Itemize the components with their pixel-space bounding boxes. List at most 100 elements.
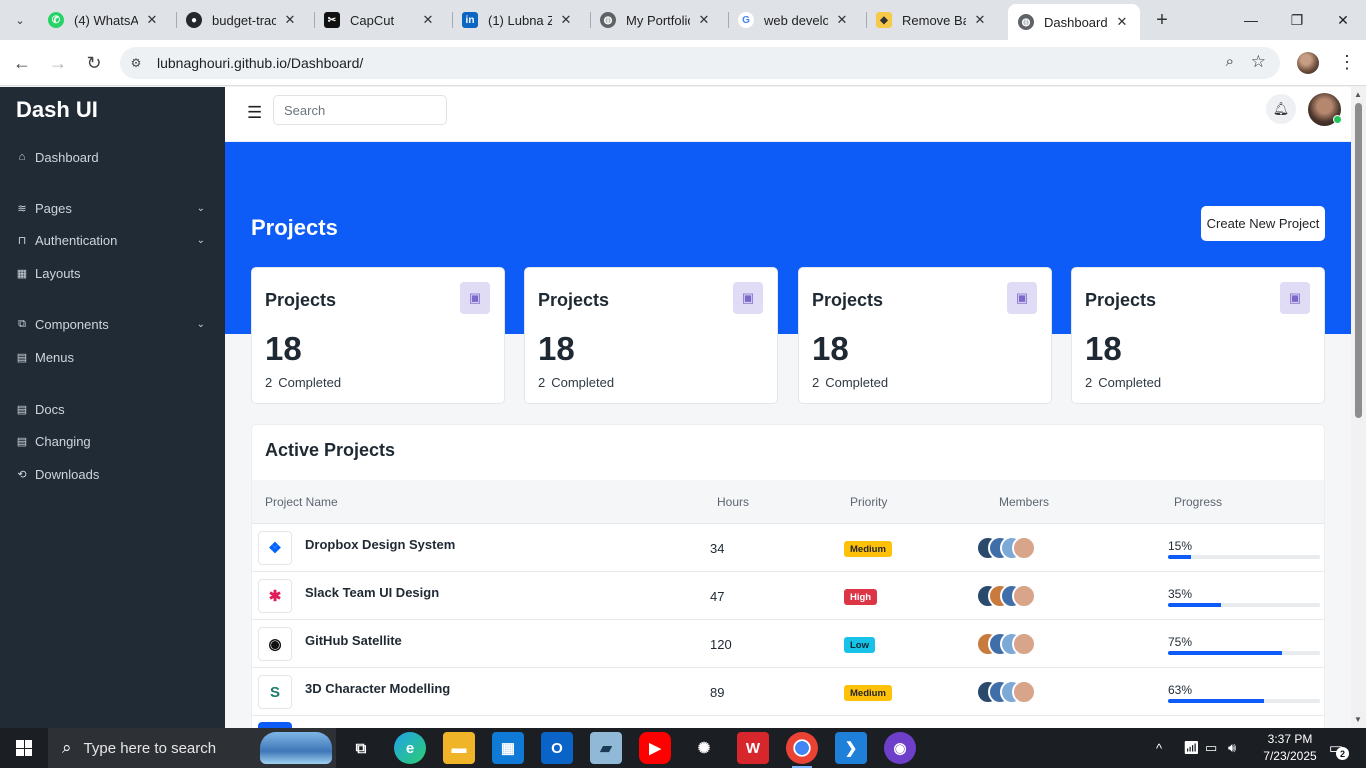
table-row[interactable]: [252, 716, 1324, 728]
taskbar-search[interactable]: ⌕ Type here to search: [48, 728, 336, 768]
scroll-down-arrow-icon[interactable]: ▼: [1354, 715, 1362, 724]
stat-value: 18: [538, 330, 575, 367]
browser-tab[interactable]: ✆ (4) WhatsApp ✕: [38, 4, 170, 36]
task-view-icon[interactable]: ⧉: [345, 732, 377, 764]
project-name[interactable]: Slack Team UI Design: [305, 585, 439, 600]
url-text[interactable]: lubnaghouri.github.io/Dashboard/: [157, 55, 363, 71]
tab-search-chevron-icon[interactable]: ⌄: [8, 8, 32, 32]
scroll-up-arrow-icon[interactable]: ▲: [1354, 90, 1362, 99]
github-icon: ◉: [258, 627, 292, 661]
stat-title: Projects: [1085, 290, 1157, 310]
browser-tab[interactable]: ● budget-tracker ✕: [176, 4, 308, 36]
volume-icon[interactable]: 🔊︎: [1228, 728, 1236, 768]
windows-taskbar: ⌕ Type here to search ⧉ e ▬ ▦ O ▰ ▶ ✺ W …: [0, 728, 1366, 768]
page-scrollbar[interactable]: ▲ ▼: [1351, 87, 1366, 728]
windows-start-button[interactable]: [0, 728, 48, 768]
file-explorer-icon[interactable]: ▬: [443, 732, 475, 764]
sidebar-item-label: Pages: [35, 200, 72, 216]
sidebar-item-menus[interactable]: ▤ Menus: [16, 347, 211, 367]
tab-close-icon[interactable]: ✕: [144, 12, 160, 28]
tab-close-icon[interactable]: ✕: [834, 12, 850, 28]
outlook-icon[interactable]: O: [541, 732, 573, 764]
bookmark-star-icon[interactable]: ☆: [1251, 52, 1266, 72]
sidebar-item-docs[interactable]: ▤ Docs: [16, 399, 211, 419]
search-input[interactable]: [273, 95, 447, 125]
brand-logo[interactable]: Dash UI: [16, 97, 98, 123]
tab-close-icon[interactable]: ✕: [420, 12, 436, 28]
edge-icon[interactable]: e: [394, 732, 426, 764]
sidebar-item-dashboard[interactable]: ⌂ Dashboard: [16, 147, 211, 167]
restore-icon[interactable]: ❐: [1274, 0, 1320, 40]
browser-tab[interactable]: ◆ Remove Back ✕: [866, 4, 998, 36]
avatar[interactable]: [1012, 584, 1036, 608]
sidebar-item-layouts[interactable]: ▦ Layouts: [16, 263, 211, 283]
hamburger-menu-icon[interactable]: ☰: [247, 103, 262, 123]
avatar[interactable]: [1012, 680, 1036, 704]
network-icon[interactable]: 📶︎: [1183, 728, 1200, 768]
tab-close-icon[interactable]: ✕: [972, 12, 988, 28]
tab-close-icon[interactable]: ✕: [282, 12, 298, 28]
tab-title: budget-tracker: [212, 12, 276, 28]
active-projects-card: Active Projects Project Name Hours Prior…: [251, 424, 1325, 728]
close-window-icon[interactable]: ✕: [1320, 0, 1366, 40]
forward-arrow-icon[interactable]: →: [46, 51, 70, 75]
chrome-icon[interactable]: [786, 732, 818, 768]
notepad-icon[interactable]: ▰: [590, 732, 622, 764]
battery-icon[interactable]: ▭: [1205, 728, 1217, 768]
sidebar-item-changing[interactable]: ▤ Changing: [16, 431, 211, 451]
tab-close-icon[interactable]: ✕: [696, 12, 712, 28]
sidebar-item-components[interactable]: ⧉ Components ⌄: [16, 314, 211, 334]
stat-card: Projects ▣ 18 2 Completed: [524, 267, 778, 404]
browser-tab[interactable]: ✂ CapCut ✕: [314, 4, 446, 36]
sidebar-item-downloads[interactable]: ⟲ Downloads: [16, 464, 211, 484]
bell-icon[interactable]: 🔔︎: [1266, 94, 1296, 124]
avatar[interactable]: [1012, 536, 1036, 560]
table-row[interactable]: ◉ GitHub Satellite 120 Low 75%: [252, 620, 1324, 668]
removebg-icon: ◆: [876, 12, 892, 28]
briefcase-icon: ▣: [1280, 282, 1310, 314]
tab-close-icon[interactable]: ✕: [558, 12, 574, 28]
youtube-icon[interactable]: ▶: [639, 732, 671, 764]
project-name[interactable]: Dropbox Design System: [305, 537, 455, 552]
completed-count: 2: [538, 375, 546, 390]
create-new-project-button[interactable]: Create New Project: [1201, 206, 1325, 241]
sidebar-item-authentication[interactable]: ⊓ Authentication ⌄: [16, 230, 211, 250]
whatsapp-icon: ✆: [48, 12, 64, 28]
table-row[interactable]: ❖ Dropbox Design System 34 Medium 15%: [252, 524, 1324, 572]
project-name[interactable]: 3D Character Modelling: [305, 681, 450, 696]
tray-chevron-icon[interactable]: ^: [1156, 728, 1162, 768]
site-settings-icon[interactable]: ⚙: [128, 55, 144, 71]
browser-tab[interactable]: in (1) Lubna Zaro ✕: [452, 4, 584, 36]
minimize-icon[interactable]: —: [1228, 0, 1274, 40]
browser-tab-strip: ⌄ ✆ (4) WhatsApp ✕ ● budget-tracker ✕ ✂ …: [0, 0, 1366, 40]
vscode-icon[interactable]: ❯: [835, 732, 867, 764]
scroll-thumb[interactable]: [1355, 103, 1362, 418]
project-name[interactable]: GitHub Satellite: [305, 633, 402, 648]
browser-tab[interactable]: G web develop ✕: [728, 4, 860, 36]
stat-card: Projects ▣ 18 2 Completed: [1071, 267, 1325, 404]
tab-close-icon[interactable]: ✕: [1114, 14, 1130, 30]
table-row[interactable]: S 3D Character Modelling 89 Medium 63%: [252, 668, 1324, 716]
package-icon: ⧉: [18, 317, 26, 330]
microsoft-store-icon[interactable]: ▦: [492, 732, 524, 764]
zoom-magnifier-icon[interactable]: ⌕: [1226, 53, 1234, 70]
wps-office-icon[interactable]: W: [737, 732, 769, 764]
notification-count-badge: 2: [1336, 747, 1349, 760]
browser-profile-avatar[interactable]: [1297, 52, 1319, 74]
reload-icon[interactable]: ↻: [82, 51, 106, 75]
tab-title: (4) WhatsApp: [74, 12, 138, 28]
sidebar-item-pages[interactable]: ≋ Pages ⌄: [16, 198, 211, 218]
github-desktop-icon[interactable]: ◉: [884, 732, 916, 764]
table-row[interactable]: ✱ Slack Team UI Design 47 High 35%: [252, 572, 1324, 620]
new-tab-plus-icon[interactable]: +: [1150, 8, 1174, 32]
system-clock[interactable]: 3:37 PM 7/23/2025: [1260, 731, 1320, 765]
browser-tab[interactable]: ◍ My Portfolio ✕: [590, 4, 722, 36]
back-arrow-icon[interactable]: ←: [10, 51, 34, 75]
browser-menu-icon[interactable]: ⋮: [1338, 52, 1356, 73]
stat-value: 18: [812, 330, 849, 367]
browser-tab-active[interactable]: ◍ Dashboard ✕: [1008, 4, 1140, 40]
address-bar[interactable]: ⚙ lubnaghouri.github.io/Dashboard/ ⌕ ☆: [120, 47, 1280, 79]
avatar[interactable]: [1012, 632, 1036, 656]
stat-card: Projects ▣ 18 2 Completed: [798, 267, 1052, 404]
chatgpt-icon[interactable]: ✺: [688, 732, 720, 764]
